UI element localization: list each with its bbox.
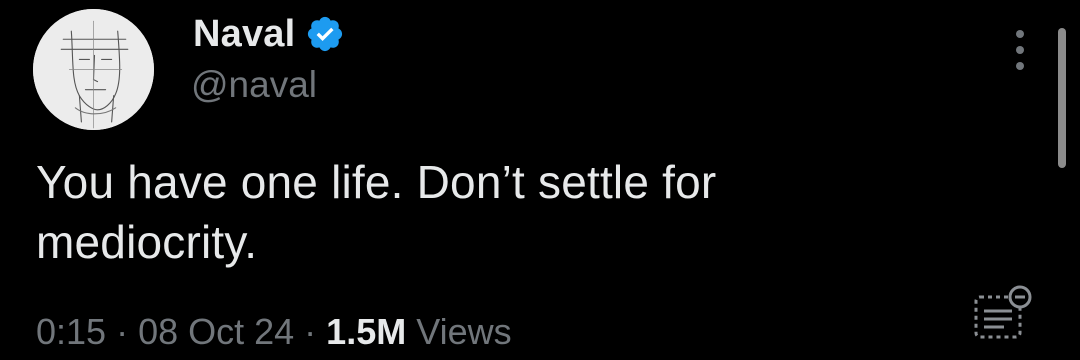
post-analytics-button[interactable] [970,283,1038,343]
author-display-name[interactable]: Naval [193,13,295,56]
tweet-date[interactable]: 08 Oct 24 [138,311,294,353]
author-avatar[interactable] [33,9,154,130]
author-handle[interactable]: @naval [191,64,317,106]
tweet-text: You have one life. Don’t settle for medi… [36,156,717,268]
more-vertical-icon-dot [1016,62,1024,70]
views-count: 1.5M [326,311,407,352]
meta-separator: · [304,311,317,352]
more-vertical-icon-dot [1016,46,1024,54]
meta-separator: · [116,311,129,352]
more-vertical-icon [1016,30,1024,38]
avatar-sketch-image [33,9,154,130]
tweet-time[interactable]: 0:15 [36,311,106,353]
post-analytics-icon [974,285,1032,339]
more-options-button[interactable] [1006,26,1034,74]
author-name-row: Naval [193,8,345,60]
verified-badge-icon[interactable] [305,14,345,54]
tweet-meta: 0:15 · 08 Oct 24 · 1.5M Views [36,304,512,360]
views-label: Views [416,311,512,352]
scrollbar[interactable] [1058,28,1066,168]
